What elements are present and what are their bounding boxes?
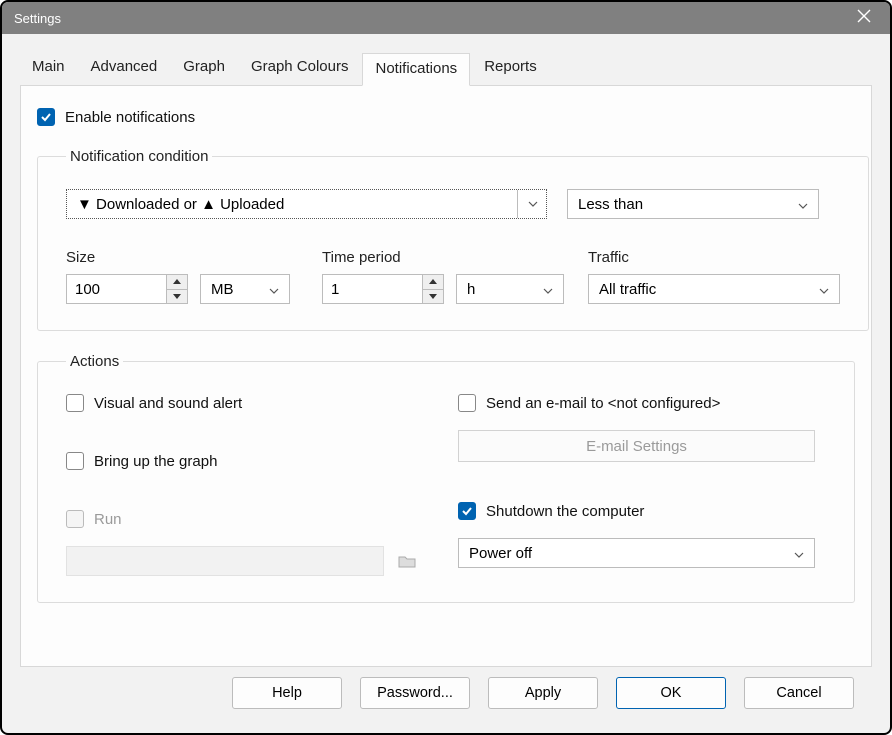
shutdown-mode-value: Power off (469, 545, 532, 562)
caret-down-icon (429, 294, 437, 299)
chevron-down-icon (794, 545, 804, 562)
time-spin-down[interactable] (423, 290, 443, 304)
tab-graph-colours[interactable]: Graph Colours (239, 52, 361, 85)
size-label: Size (66, 249, 290, 266)
visual-alert-checkbox[interactable] (66, 394, 84, 412)
enable-notifications-checkbox[interactable] (37, 108, 55, 126)
run-path-input (66, 546, 384, 576)
email-settings-button[interactable]: E-mail Settings (458, 430, 815, 462)
close-button[interactable] (850, 9, 878, 28)
caret-up-icon (173, 279, 181, 284)
time-unit-value: h (467, 281, 475, 298)
chevron-down-icon (269, 281, 279, 298)
size-spin-down[interactable] (167, 290, 187, 304)
time-label: Time period (322, 249, 564, 266)
size-unit-value: MB (211, 281, 234, 298)
tab-bar: Main Advanced Graph Graph Colours Notifi… (20, 52, 872, 85)
enable-notifications-label: Enable notifications (65, 109, 195, 126)
comparison-value: Less than (578, 196, 643, 213)
folder-icon (398, 554, 416, 568)
direction-select[interactable]: ▼ Downloaded or ▲ Uploaded (66, 189, 547, 219)
caret-down-icon (173, 294, 181, 299)
actions-legend: Actions (66, 353, 123, 370)
bring-up-graph-checkbox[interactable] (66, 452, 84, 470)
caret-up-icon (429, 279, 437, 284)
send-email-checkbox[interactable] (458, 394, 476, 412)
comparison-select[interactable]: Less than (567, 189, 819, 219)
send-email-label: Send an e-mail to <not configured> (486, 395, 720, 412)
time-unit-select[interactable]: h (456, 274, 564, 304)
password-button[interactable]: Password... (360, 677, 470, 709)
time-spinner[interactable] (322, 274, 444, 304)
traffic-select[interactable]: All traffic (588, 274, 840, 304)
tab-panel: Enable notifications Notification condit… (20, 85, 872, 667)
shutdown-checkbox[interactable] (458, 502, 476, 520)
check-icon (461, 505, 473, 517)
check-icon (40, 111, 52, 123)
notification-condition-legend: Notification condition (66, 148, 212, 165)
size-input[interactable] (66, 274, 166, 304)
chevron-down-icon (543, 281, 553, 298)
shutdown-mode-select[interactable]: Power off (458, 538, 815, 568)
apply-button[interactable]: Apply (488, 677, 598, 709)
chevron-down-icon (819, 281, 829, 298)
traffic-value: All traffic (599, 281, 656, 298)
tab-advanced[interactable]: Advanced (79, 52, 170, 85)
time-spin-up[interactable] (423, 275, 443, 290)
notification-condition-group: Notification condition ▼ Downloaded or ▲… (37, 148, 869, 331)
tab-reports[interactable]: Reports (472, 52, 549, 85)
tab-main[interactable]: Main (20, 52, 77, 85)
bring-up-graph-label: Bring up the graph (94, 453, 217, 470)
help-button[interactable]: Help (232, 677, 342, 709)
size-spin-up[interactable] (167, 275, 187, 290)
size-unit-select[interactable]: MB (200, 274, 290, 304)
chevron-down-icon (798, 196, 808, 213)
close-icon (857, 9, 871, 23)
run-label: Run (94, 511, 122, 528)
direction-value: ▼ Downloaded or ▲ Uploaded (77, 196, 284, 213)
size-spinner[interactable] (66, 274, 188, 304)
browse-button (396, 550, 418, 572)
cancel-button[interactable]: Cancel (744, 677, 854, 709)
tab-notifications[interactable]: Notifications (362, 53, 470, 86)
traffic-label: Traffic (588, 249, 840, 266)
actions-group: Actions Visual and sound alert Bring up … (37, 353, 855, 603)
window-title: Settings (14, 11, 850, 26)
visual-alert-label: Visual and sound alert (94, 395, 242, 412)
shutdown-label: Shutdown the computer (486, 503, 644, 520)
chevron-down-icon (517, 190, 538, 218)
time-input[interactable] (322, 274, 422, 304)
dialog-buttons: Help Password... Apply OK Cancel (20, 667, 872, 717)
tab-graph[interactable]: Graph (171, 52, 237, 85)
run-checkbox (66, 510, 84, 528)
titlebar: Settings (2, 2, 890, 34)
ok-button[interactable]: OK (616, 677, 726, 709)
